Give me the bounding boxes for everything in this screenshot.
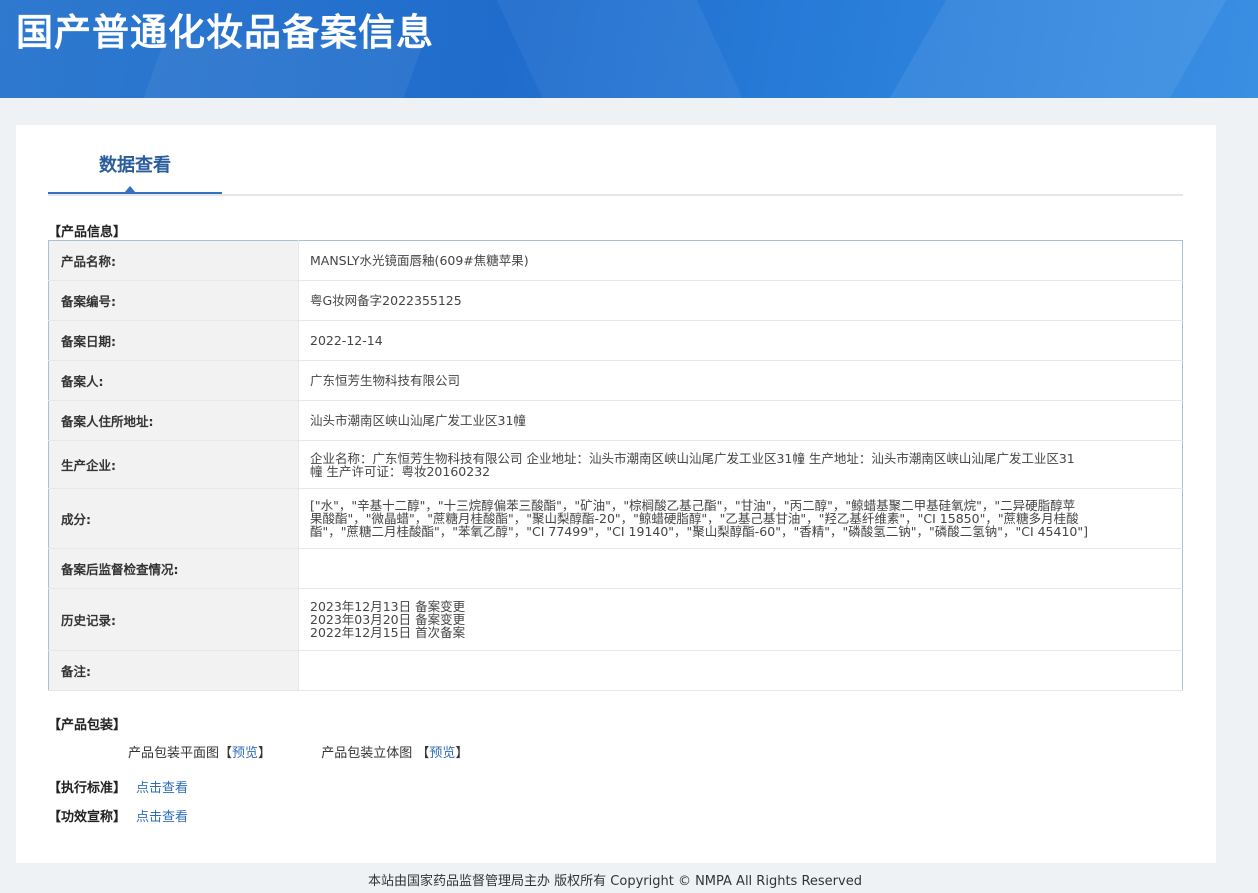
info-value-line: 2022-12-14	[310, 333, 383, 348]
efficacy-title: 【功效宣称】	[48, 810, 127, 825]
info-value-line: 酯"，"蔗糖二月桂酸酯"，"苯氧乙醇"，"CI 77499"，"CI 19140…	[310, 524, 1088, 539]
info-row-label: 生产企业:	[48, 440, 299, 489]
info-row: 历史记录: 2023年12月13日 备案变更 2023年03月20日 备案变更 202…	[48, 588, 1183, 651]
packaging-flat: 产品包装平面图【预览】	[128, 746, 272, 761]
info-row-value	[298, 548, 1183, 589]
info-row: 备注:	[48, 650, 1183, 691]
standard-view-link[interactable]: 点击查看	[136, 781, 188, 796]
info-row-value: 广东恒芳生物科技有限公司	[298, 360, 1183, 401]
product-info-table: 产品名称: MANSLY水光镜面唇釉(609#焦糖苹果) 备案编号: 粤G妆网备字20…	[48, 240, 1183, 691]
packaging-row: 产品包装平面图【预览】 产品包装立体图 【预览】	[128, 742, 468, 761]
packaging-title: 【产品包装】	[48, 718, 127, 733]
packaging-flat-label: 产品包装平面图	[128, 746, 220, 761]
info-row-value: 2023年12月13日 备案变更 2023年03月20日 备案变更 2022年12月…	[298, 588, 1183, 651]
info-row-label: 成分:	[48, 488, 299, 549]
info-row-label: 产品名称:	[48, 240, 299, 281]
info-row-value: MANSLY水光镜面唇釉(609#焦糖苹果)	[298, 240, 1183, 281]
info-row: 生产企业: 企业名称：广东恒芳生物科技有限公司 企业地址：汕头市潮南区峡山汕尾广发…	[48, 440, 1183, 489]
info-row: 成分: ["水"，"辛基十二醇"，"十三烷醇偏苯三酸酯"，"矿油"，"棕榈酸乙基己…	[48, 488, 1183, 549]
info-row-value: 企业名称：广东恒芳生物科技有限公司 企业地址：汕头市潮南区峡山汕尾广发工业区31…	[298, 440, 1183, 489]
info-row: 备案人住所地址: 汕头市潮南区峡山汕尾广发工业区31幢	[48, 400, 1183, 441]
info-value-line: 幢 生产许可证：粤妆20160232	[310, 463, 491, 479]
tab-active-caret-icon	[124, 186, 136, 193]
info-row-label: 备注:	[48, 650, 299, 691]
info-row-label: 备案人:	[48, 360, 299, 401]
tab-data-view-label: 数据查看	[99, 155, 171, 176]
packaging-solid-label: 产品包装立体图	[321, 746, 413, 761]
tab-bar: 数据查看	[48, 125, 1183, 196]
efficacy-row: 【功效宣称】 点击查看	[48, 806, 188, 825]
tab-data-view[interactable]: 数据查看	[48, 125, 222, 194]
info-row-label: 备案后监督检查情况:	[48, 548, 299, 589]
info-row-label: 备案日期:	[48, 320, 299, 361]
header-banner: 国产普通化妆品备案信息	[0, 0, 1258, 98]
info-value-line: 2022年12月15日 首次备案	[310, 625, 466, 640]
packaging-solid-preview-link[interactable]: 预览	[429, 746, 455, 761]
product-info-title: 【产品信息】	[48, 225, 127, 240]
info-row-label: 备案人住所地址:	[48, 400, 299, 441]
info-row: 产品名称: MANSLY水光镜面唇釉(609#焦糖苹果)	[48, 240, 1183, 281]
standard-row: 【执行标准】 点击查看	[48, 777, 188, 796]
info-value-line: 广东恒芳生物科技有限公司	[310, 373, 461, 388]
packaging-flat-preview-link[interactable]: 预览	[232, 746, 258, 761]
info-row: 备案后监督检查情况:	[48, 548, 1183, 589]
efficacy-view-link[interactable]: 点击查看	[136, 810, 188, 825]
info-row-value: ["水"，"辛基十二醇"，"十三烷醇偏苯三酸酯"，"矿油"，"棕榈酸乙基己酯"，…	[298, 488, 1183, 549]
packaging-solid: 产品包装立体图 【预览】	[321, 746, 469, 761]
info-value-line: MANSLY水光镜面唇釉(609#焦糖苹果)	[310, 253, 529, 268]
info-row-value	[298, 650, 1183, 691]
info-row: 备案编号: 粤G妆网备字2022355125	[48, 280, 1183, 321]
standard-title: 【执行标准】	[48, 781, 127, 796]
content-panel: 数据查看 【产品信息】 产品名称: MANSLY水光镜面唇釉(609#焦糖苹果) 备…	[16, 125, 1216, 863]
page-title: 国产普通化妆品备案信息	[16, 11, 434, 54]
info-row: 备案人: 广东恒芳生物科技有限公司	[48, 360, 1183, 401]
info-row-value: 2022-12-14	[298, 320, 1183, 361]
info-value-line: 企业名称：广东恒芳生物科技有限公司 企业地址：汕头市潮南区峡山汕尾广发工业区31…	[310, 450, 1075, 466]
footer-copyright: 本站由国家药品监督管理局主办 版权所有 Copyright © NMPA All…	[368, 874, 862, 889]
info-row-value: 粤G妆网备字2022355125	[298, 280, 1183, 321]
info-row: 备案日期: 2022-12-14	[48, 320, 1183, 361]
info-row-label: 历史记录:	[48, 588, 299, 651]
info-value-line: 粤G妆网备字2022355125	[310, 293, 462, 308]
info-value-line: 汕头市潮南区峡山汕尾广发工业区31幢	[310, 413, 526, 428]
info-row-label: 备案编号:	[48, 280, 299, 321]
info-row-value: 汕头市潮南区峡山汕尾广发工业区31幢	[298, 400, 1183, 441]
